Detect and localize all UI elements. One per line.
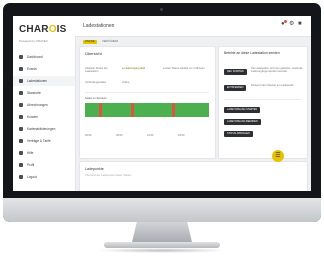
query-status-button[interactable]: STATUS ABFRAGEN	[224, 131, 253, 137]
commands-card: Befehle an diese Ladestation senden NEU …	[218, 46, 308, 159]
monitor-shadow	[96, 248, 228, 253]
card-icon	[19, 127, 23, 131]
overview-value-status: ● Ladevorgang läuft	[122, 67, 146, 70]
logout-icon	[19, 175, 23, 179]
sidebar-item-profil[interactable]: Profil	[13, 160, 75, 170]
sidebar-item-karten[interactable]: Kartenaktivierungen	[13, 124, 75, 134]
top-header: Ladestationen ● ⚙ ■	[75, 16, 311, 37]
divider	[85, 92, 209, 93]
gear-icon[interactable]: ⚙	[289, 21, 294, 27]
stop-charging-button[interactable]: LADEVORGANG BEENDEN	[224, 119, 261, 125]
timeline-tick: 12:00	[147, 134, 154, 137]
page-title: Ladestationen	[83, 23, 115, 29]
floating-action-button[interactable]: ☰	[272, 150, 284, 162]
customers-icon	[19, 115, 23, 119]
sidebar-item-ladestationen[interactable]: Ladestationen	[13, 76, 75, 86]
monitor-stand-neck	[132, 222, 192, 242]
sidebar-item-kunden[interactable]: Kunden	[13, 112, 75, 122]
start-charging-button[interactable]: LADEVORGANG STARTEN	[224, 107, 261, 113]
sidebar: CHAROIS Powered by ORATEC Dashboard Even…	[13, 16, 76, 191]
sidebar-item-dashboard[interactable]: Dashboard	[13, 52, 75, 62]
powered-by: Powered by ORATEC	[19, 39, 48, 43]
unlock-description: Entsperrt den Stecker am Ladepunkt.	[251, 84, 294, 87]
charge-points-card: Ladepunkte Übersicht der Ladepunkte dies…	[79, 161, 308, 191]
status-timeline	[85, 103, 209, 117]
sidebar-item-tarife[interactable]: Verträge & Tarife	[13, 136, 75, 146]
overview-value-connection: Online	[122, 81, 130, 84]
timeline-segment-available	[102, 103, 131, 117]
invoice-icon	[19, 103, 23, 107]
events-icon	[19, 67, 23, 71]
status-badge-online: ONLINE	[83, 40, 97, 44]
help-icon	[19, 151, 23, 155]
sidebar-item-events[interactable]: Events	[13, 64, 75, 74]
unlock-button[interactable]: ENTSPERREN	[224, 85, 247, 91]
overview-label-status: Aktueller Status der Ladestation	[85, 67, 108, 74]
menu-icon: ☰	[275, 153, 281, 159]
sidebar-item-abrechnungen[interactable]: Abrechnungen	[13, 100, 75, 110]
charge-points-title: Ladepunkte	[85, 167, 104, 171]
sidebar-item-hilfe[interactable]: Hilfe	[13, 148, 75, 158]
timeline-tick: 18:00	[178, 134, 185, 137]
timeline-label: Status im Zeitraum	[85, 97, 107, 100]
sidebar-item-standorte[interactable]: Standorte	[13, 88, 75, 98]
status-badge-available: VERFÜGBAR	[100, 40, 121, 44]
monitor-chin	[3, 198, 321, 222]
profile-icon	[19, 163, 23, 167]
charge-points-subtitle: Übersicht der Ladepunkte dieser Station	[85, 174, 132, 177]
dashboard-icon	[19, 55, 23, 59]
timeline-segment-available	[85, 103, 99, 117]
divider	[224, 99, 302, 100]
overview-note-status: Letzter Status-Update vor 2 Minuten	[163, 67, 205, 70]
timeline-segment-available	[175, 103, 209, 117]
restart-button[interactable]: NEU STARTEN	[224, 69, 247, 75]
sidebar-item-logout[interactable]: Logout	[13, 172, 75, 182]
overview-title: Übersicht	[85, 51, 102, 56]
app-screen: CHAROIS Powered by ORATEC Dashboard Even…	[13, 16, 311, 191]
notification-dot	[284, 20, 287, 23]
overview-label-connection: Verbindungsstatus	[85, 81, 107, 84]
charging-station-icon	[19, 79, 23, 83]
charois-logo[interactable]: CHAROIS	[19, 24, 67, 35]
restart-description: Die Ladestation wird neu gestartet. Lauf…	[251, 67, 303, 74]
camera-dot	[160, 8, 163, 11]
location-icon	[19, 91, 23, 95]
commands-title: Befehle an diese Ladestation senden	[224, 51, 280, 55]
timeline-tick: 00:00	[85, 134, 92, 137]
timeline-tick: 06:00	[116, 134, 123, 137]
contract-icon	[19, 139, 23, 143]
user-icon[interactable]: ■	[298, 21, 303, 27]
timeline-segment-available	[134, 103, 172, 117]
